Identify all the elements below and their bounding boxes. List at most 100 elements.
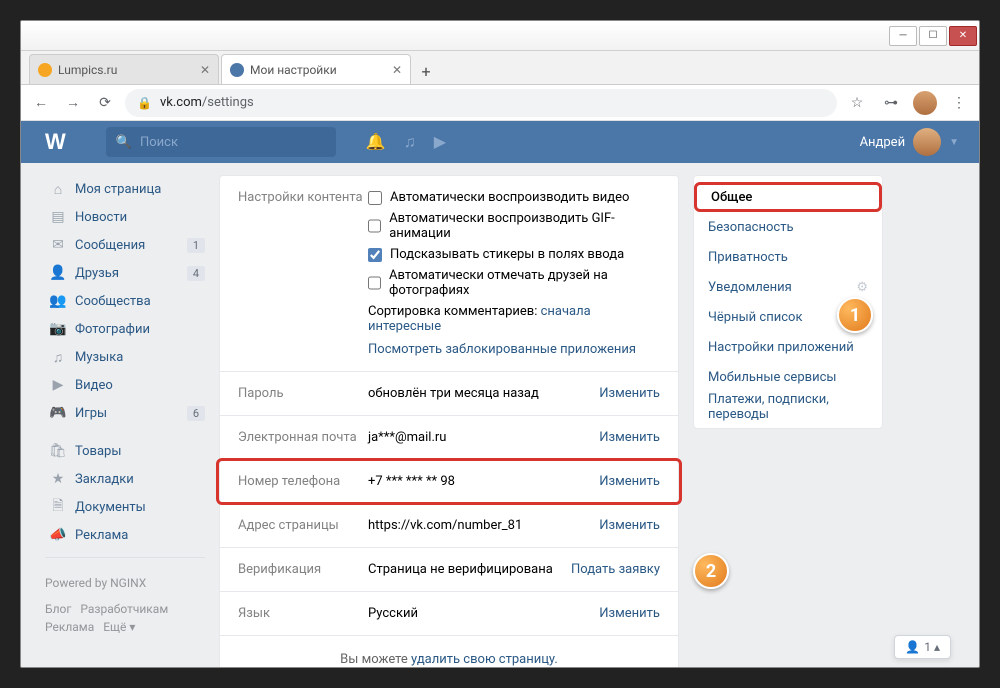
checkbox[interactable]	[368, 248, 382, 262]
documents-icon: 🗎	[49, 495, 67, 519]
popup-text: 1 ▴	[924, 640, 940, 654]
section-privacy[interactable]: Приватность	[694, 242, 882, 272]
nav-label: Реклама	[75, 528, 128, 543]
nav-label: Новости	[75, 210, 127, 225]
back-button[interactable]: ←	[29, 91, 53, 115]
section-label: Настройки приложений	[708, 340, 854, 355]
user-avatar-icon	[913, 128, 941, 156]
footer-devs[interactable]: Разработчикам	[80, 602, 168, 616]
search-icon: 🔍	[116, 135, 132, 150]
check-auto-tag[interactable]: Автоматически отмечать друзей на фотогра…	[368, 268, 660, 298]
close-window-button[interactable]: ✕	[949, 26, 977, 46]
nav-video[interactable]: ▶Видео	[45, 371, 205, 399]
games-icon: 🎮	[49, 405, 67, 421]
footer-more[interactable]: Ещё ▾	[103, 620, 135, 634]
play-icon[interactable]: ▶	[434, 132, 446, 152]
friends-icon: 👤	[49, 265, 67, 281]
nav-label: Закладки	[75, 472, 134, 487]
check-autoplay-gif[interactable]: Автоматически воспроизводить GIF-анимаци…	[368, 211, 660, 241]
checkbox[interactable]	[368, 219, 381, 233]
search-placeholder: Поиск	[140, 135, 178, 150]
change-phone-link[interactable]: Изменить	[599, 474, 660, 489]
nav-label: Моя страница	[75, 182, 161, 197]
nav-music[interactable]: ♫Музыка	[45, 343, 205, 371]
nav-photos[interactable]: 📷Фотографии	[45, 315, 205, 343]
reload-button[interactable]: ⟳	[93, 91, 117, 115]
nav-news[interactable]: ▤Новости	[45, 203, 205, 231]
section-mobile[interactable]: Мобильные сервисы	[694, 362, 882, 392]
check-sticker-suggest[interactable]: Подсказывать стикеры в полях ввода	[368, 247, 660, 262]
nav-games[interactable]: 🎮Игры6	[45, 399, 205, 427]
checkbox[interactable]	[368, 191, 382, 205]
check-autoplay-video[interactable]: Автоматически воспроизводить видео	[368, 190, 660, 205]
footer-ads[interactable]: Реклама	[45, 620, 94, 634]
close-tab-icon[interactable]: ✕	[392, 63, 402, 77]
bookmarks-icon: ★	[49, 471, 67, 487]
minimize-button[interactable]: ─	[889, 26, 917, 46]
tab-settings[interactable]: Мои настройки ✕	[221, 54, 411, 84]
nav-label: Музыка	[75, 350, 123, 365]
messages-icon: ✉	[49, 237, 67, 253]
check-label: Автоматически воспроизводить GIF-анимаци…	[389, 211, 660, 241]
user-menu[interactable]: Андрей ▼	[860, 128, 959, 156]
friends-online-popup[interactable]: 👤 1 ▴	[894, 635, 951, 659]
section-payments[interactable]: Платежи, подписки, переводы	[694, 392, 882, 422]
check-label: Автоматически отмечать друзей на фотогра…	[389, 268, 660, 298]
tab-strip: Lumpics.ru ✕ Мои настройки ✕ +	[21, 51, 979, 85]
communities-icon: 👥	[49, 293, 67, 309]
row-value: ja***@mail.ru	[368, 430, 591, 445]
tab-title: Lumpics.ru	[58, 63, 196, 77]
nav-communities[interactable]: 👥 Сообщества	[45, 287, 205, 315]
check-label: Подсказывать стикеры в полях ввода	[390, 247, 624, 262]
menu-button[interactable]: ⋮	[947, 91, 971, 115]
checkbox[interactable]	[368, 276, 381, 290]
section-app-settings[interactable]: Настройки приложений	[694, 332, 882, 362]
change-password-link[interactable]: Изменить	[599, 386, 660, 401]
vk-header: W 🔍 Поиск 🔔 ♫ ▶ Андрей ▼	[21, 121, 979, 163]
row-label: Электронная почта	[238, 430, 368, 445]
row-email: Электронная почта ja***@mail.ru Изменить	[220, 415, 678, 459]
nav-friends[interactable]: 👤Друзья4	[45, 259, 205, 287]
footer-blog[interactable]: Блог	[45, 602, 71, 616]
new-tab-button[interactable]: +	[413, 58, 439, 84]
tab-lumpics[interactable]: Lumpics.ru ✕	[29, 54, 219, 84]
nav-ads[interactable]: 📣Реклама	[45, 521, 205, 549]
powered-by: Powered by NGINX	[45, 574, 205, 592]
nav-label: Сообщества	[75, 294, 151, 309]
nav-market[interactable]: 🛍Товары	[45, 437, 205, 465]
market-icon: 🛍	[49, 443, 67, 459]
nav-messages[interactable]: ✉Сообщения1	[45, 231, 205, 259]
verify-link[interactable]: Подать заявку	[571, 562, 660, 577]
nav-label: Документы	[75, 500, 146, 515]
star-icon[interactable]: ☆	[845, 91, 869, 115]
favicon-icon	[230, 63, 244, 77]
key-icon[interactable]: ⊶	[879, 91, 903, 115]
badge: 6	[187, 406, 205, 421]
row-value: https://vk.com/number_81	[368, 518, 591, 533]
change-lang-link[interactable]: Изменить	[599, 606, 660, 621]
vk-logo[interactable]: W	[45, 129, 66, 155]
search-input[interactable]: 🔍 Поиск	[106, 127, 336, 157]
home-icon: ⌂	[49, 181, 67, 198]
close-tab-icon[interactable]: ✕	[200, 63, 210, 77]
change-url-link[interactable]: Изменить	[599, 518, 660, 533]
section-security[interactable]: Безопасность	[694, 212, 882, 242]
maximize-button[interactable]: ☐	[919, 26, 947, 46]
forward-button[interactable]: →	[61, 91, 85, 115]
delete-page-link[interactable]: удалить свою страницу.	[411, 652, 558, 667]
section-general[interactable]: Общее	[694, 182, 882, 212]
nav-my-page[interactable]: ⌂ Моя страница	[45, 175, 205, 203]
delete-page-footer: Вы можете удалить свою страницу.	[220, 635, 678, 667]
notifications-icon[interactable]: 🔔	[366, 132, 386, 152]
gear-icon[interactable]: ⚙	[856, 280, 868, 295]
nav-bookmarks[interactable]: ★ Закладки	[45, 465, 205, 493]
badge: 4	[187, 266, 205, 281]
row-value: Русский	[368, 606, 591, 621]
address-bar[interactable]: 🔒 vk.com/settings	[125, 89, 837, 117]
change-email-link[interactable]: Изменить	[599, 430, 660, 445]
profile-avatar[interactable]	[913, 91, 937, 115]
music-icon[interactable]: ♫	[404, 132, 416, 152]
nav-label: Видео	[75, 378, 113, 393]
nav-documents[interactable]: 🗎 Документы	[45, 493, 205, 521]
blocked-apps-link[interactable]: Посмотреть заблокированные приложения	[368, 342, 660, 357]
